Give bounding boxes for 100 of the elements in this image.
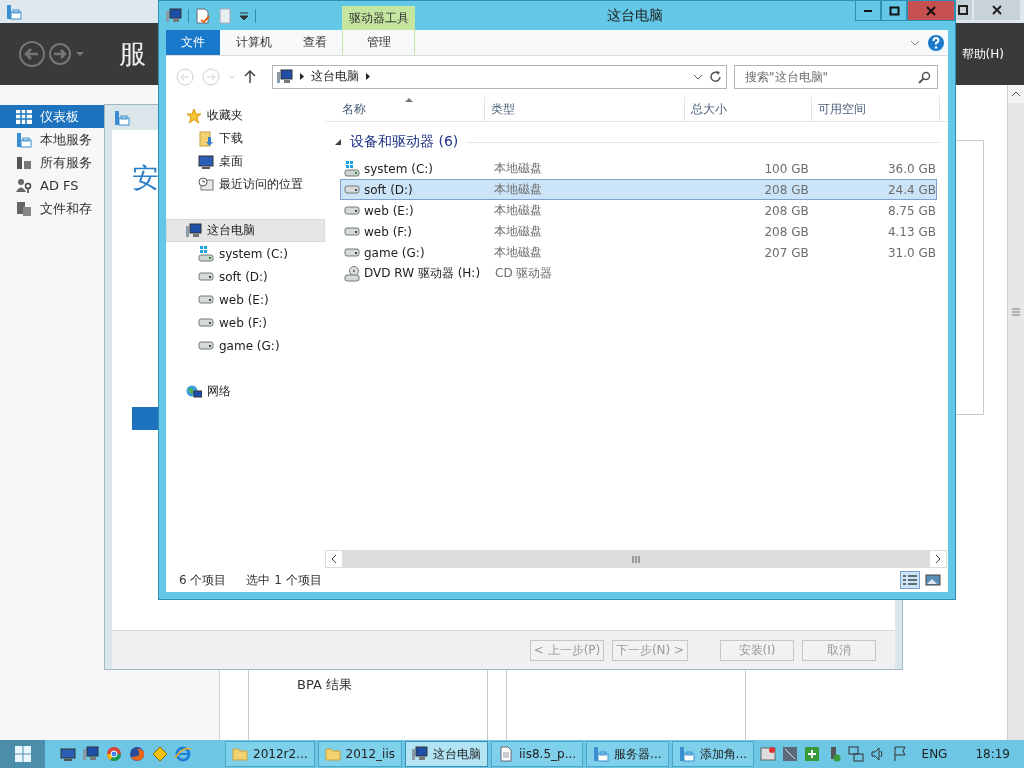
network-icon bbox=[186, 383, 202, 400]
maximize-button[interactable] bbox=[881, 1, 907, 21]
size-cell-text: 207 GB bbox=[763, 245, 809, 260]
minimize-button[interactable] bbox=[855, 1, 881, 21]
ribbon-tab[interactable]: 计算机 bbox=[220, 30, 287, 55]
group-header[interactable]: 设备和驱动器 (6) bbox=[350, 133, 459, 151]
taskbar-button[interactable]: 服务器... bbox=[586, 741, 669, 767]
drive-row[interactable]: soft (D:) 本地磁盘 208 GB 24.4 GB bbox=[340, 179, 937, 200]
taskbar-button[interactable]: 这台电脑 bbox=[405, 741, 489, 767]
close-button[interactable] bbox=[907, 1, 955, 21]
address-segment[interactable]: 这台电脑 bbox=[311, 68, 359, 85]
system-drive-icon bbox=[344, 160, 360, 177]
drive-row[interactable]: system (C:) 本地磁盘 100 GB 36.0 GB bbox=[340, 158, 937, 179]
input-language[interactable]: ENG bbox=[921, 747, 948, 761]
view-button[interactable] bbox=[900, 571, 920, 589]
taskbar-button[interactable]: 2012r2... bbox=[225, 741, 315, 767]
nav-item[interactable]: 最近访问的位置 bbox=[166, 173, 325, 196]
chevron-icon bbox=[365, 72, 371, 81]
nav-item[interactable]: 下载 bbox=[166, 127, 325, 150]
drive-icon bbox=[344, 206, 360, 215]
window-title: 这台电脑 bbox=[606, 6, 664, 25]
header-title: 服 bbox=[119, 37, 146, 71]
computer-icon bbox=[412, 746, 429, 762]
nav-item[interactable]: 仪表板 bbox=[0, 105, 104, 128]
drive-icon bbox=[344, 185, 360, 194]
name-cell-text: web (E:) bbox=[364, 203, 415, 218]
nav-item[interactable]: soft (D:) bbox=[166, 265, 325, 288]
taskbar-button[interactable]: 添加角... bbox=[671, 741, 754, 767]
nav-item[interactable]: 桌面 bbox=[166, 150, 325, 173]
address-bar[interactable]: 这台电脑 bbox=[272, 64, 727, 89]
size-cell-text: 208 GB bbox=[763, 182, 809, 197]
system-drive-icon bbox=[198, 245, 214, 262]
server-manager-icon bbox=[16, 131, 32, 148]
drive-row[interactable]: DVD RW 驱动器 (H:) CD 驱动器 bbox=[340, 263, 937, 284]
nav-item[interactable]: AD FS bbox=[0, 174, 104, 197]
nav-item[interactable]: 这台电脑 bbox=[166, 219, 325, 242]
tiles-view-icon bbox=[925, 574, 941, 586]
start-button[interactable] bbox=[0, 740, 45, 768]
nav-item[interactable]: 所有服务 bbox=[0, 151, 104, 174]
collapse-icon bbox=[334, 138, 342, 146]
browser-icon bbox=[129, 746, 145, 762]
folder-icon bbox=[324, 746, 341, 762]
properties-icon bbox=[195, 7, 211, 24]
size-cell-text: 208 GB bbox=[763, 224, 809, 239]
drive-row[interactable]: web (E:) 本地磁盘 208 GB 8.75 GB bbox=[340, 200, 937, 221]
drive-row[interactable]: game (G:) 本地磁盘 207 GB 31.0 GB bbox=[340, 242, 937, 263]
name-cell-text: soft (D:) bbox=[364, 182, 414, 197]
name-cell-text: game (G:) bbox=[364, 245, 426, 260]
free-space-cell-text: 31.0 GB bbox=[886, 245, 936, 260]
type-cell-text: 本地磁盘 bbox=[493, 181, 544, 198]
nav-item[interactable]: 本地服务 bbox=[0, 128, 104, 151]
horizontal-scrollbar[interactable] bbox=[325, 550, 947, 568]
desktop-icon bbox=[60, 746, 76, 762]
ribbon-tab[interactable]: 查看 bbox=[287, 30, 342, 55]
scroll-up-button[interactable] bbox=[1008, 85, 1024, 103]
close-icon bbox=[990, 3, 1004, 17]
scroll-left-icon bbox=[330, 554, 338, 564]
size-cell-text: 100 GB bbox=[763, 161, 809, 176]
nav-item[interactable]: 文件和存 bbox=[0, 197, 104, 220]
drive-icon bbox=[344, 248, 360, 257]
status-text: 6 个项目 bbox=[179, 571, 227, 589]
clock[interactable]: 18:19 bbox=[975, 747, 1010, 761]
search-field[interactable]: 搜索"这台电脑" bbox=[734, 64, 938, 89]
free-space-cell-text: 8.75 GB bbox=[886, 203, 936, 218]
nav-item[interactable]: 收藏夹 bbox=[166, 104, 325, 127]
blank-document-icon bbox=[217, 7, 233, 24]
up-arrow-icon bbox=[244, 69, 256, 84]
servers-icon bbox=[16, 154, 32, 171]
scrollbar[interactable] bbox=[1007, 85, 1024, 740]
expand-ribbon-icon bbox=[910, 39, 920, 46]
help-menu[interactable]: 帮助(H) bbox=[961, 45, 1004, 63]
drive-icon bbox=[198, 341, 214, 350]
server-manager-icon bbox=[114, 109, 130, 126]
download-folder-icon bbox=[198, 130, 214, 147]
dropdown-icon bbox=[239, 10, 249, 21]
nav-item[interactable]: web (E:) bbox=[166, 288, 325, 311]
grid-icon bbox=[16, 108, 32, 125]
computer-icon bbox=[186, 222, 202, 239]
drive-row[interactable]: web (F:) 本地磁盘 208 GB 4.13 GB bbox=[340, 221, 937, 242]
search-icon bbox=[918, 70, 931, 84]
ribbon-tab[interactable]: 文件 bbox=[166, 30, 220, 55]
type-cell-text: 本地磁盘 bbox=[493, 160, 544, 177]
dropdown-icon bbox=[228, 74, 236, 79]
nav-item[interactable]: web (F:) bbox=[166, 311, 325, 334]
type-cell-text: 本地磁盘 bbox=[493, 202, 544, 219]
taskbar-button[interactable]: iis8.5_p... bbox=[491, 741, 584, 767]
nav-item[interactable]: system (C:) bbox=[166, 242, 325, 265]
scroll-up-icon bbox=[1011, 90, 1021, 98]
wizard-heading: 安 bbox=[132, 161, 159, 195]
close-button[interactable] bbox=[974, 0, 1020, 20]
ribbon-tab[interactable]: 管理 bbox=[342, 30, 415, 55]
free-space-cell-text: 4.13 GB bbox=[886, 224, 936, 239]
name-cell-text: DVD RW 驱动器 (H:) bbox=[364, 265, 482, 282]
status-text: 选中 1 个项目 bbox=[246, 571, 322, 589]
nav-item[interactable]: game (G:) bbox=[166, 334, 325, 357]
name-cell-text: system (C:) bbox=[364, 161, 434, 176]
drive-icon bbox=[344, 227, 360, 236]
nav-item[interactable]: 网络 bbox=[166, 380, 325, 403]
view-button[interactable] bbox=[923, 571, 943, 589]
taskbar-button[interactable]: 2012_iis bbox=[317, 741, 403, 767]
